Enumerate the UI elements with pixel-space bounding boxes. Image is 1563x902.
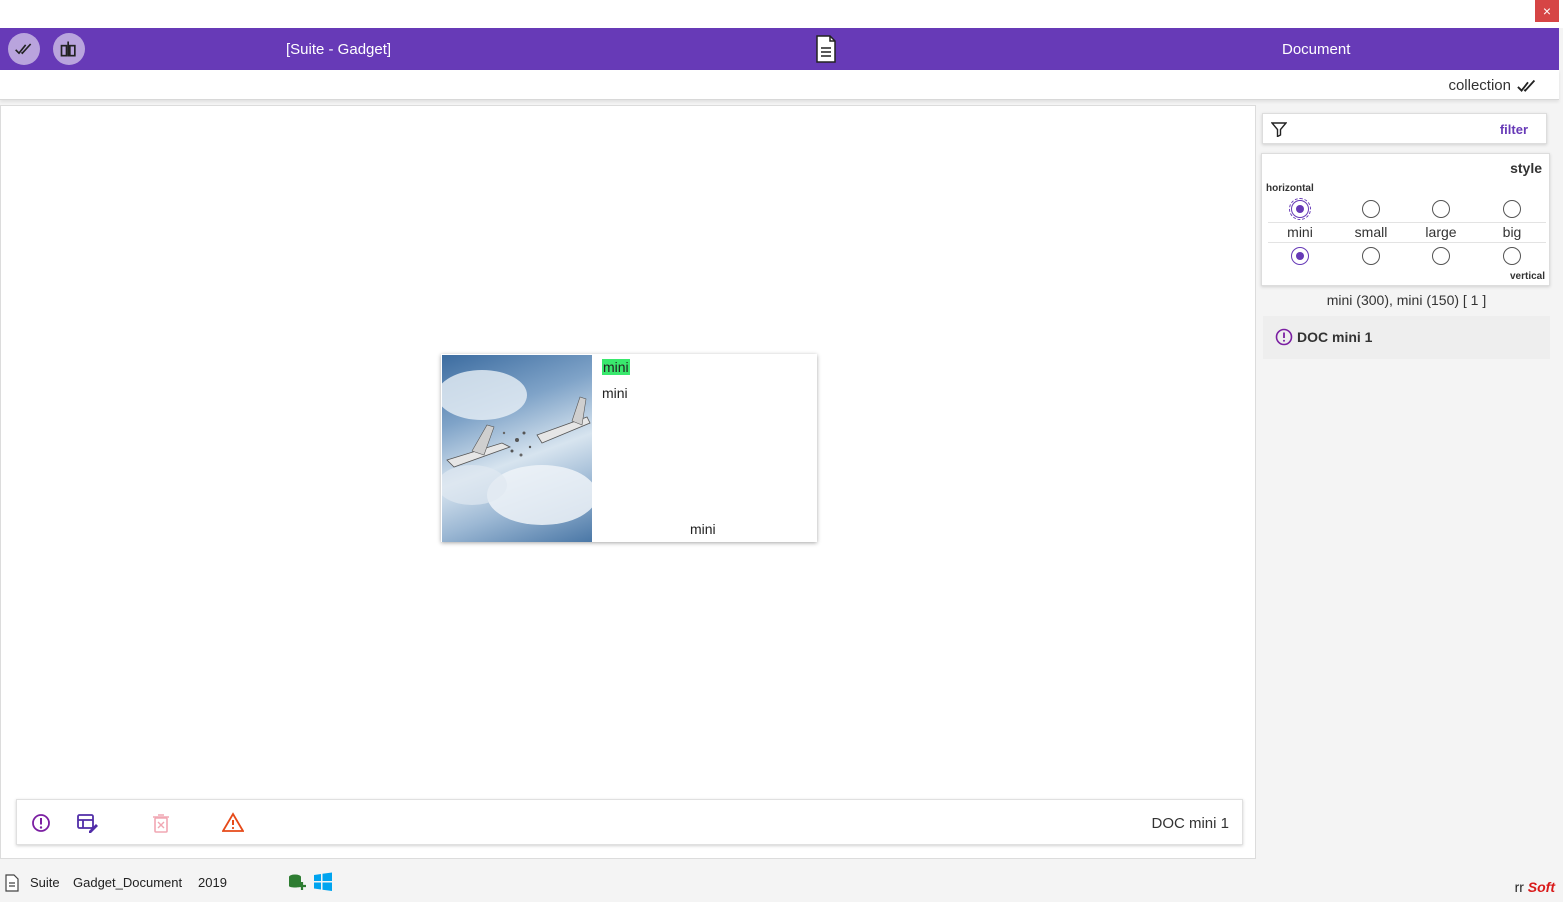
doc-list-item[interactable]: DOC mini 1 bbox=[1263, 316, 1550, 359]
divider bbox=[1268, 222, 1546, 223]
action-bar: DOC mini 1 bbox=[16, 799, 1243, 845]
collection-label: collection bbox=[1448, 77, 1511, 94]
vertical-radio-small[interactable] bbox=[1362, 247, 1380, 265]
compare-icon bbox=[60, 41, 76, 57]
doc-list-item-label: DOC mini 1 bbox=[1297, 329, 1373, 345]
filter-label: filter bbox=[1499, 122, 1528, 137]
warning-icon[interactable] bbox=[222, 812, 244, 834]
double-check-icon bbox=[15, 43, 32, 55]
card-image bbox=[442, 355, 592, 542]
windows-icon[interactable] bbox=[313, 872, 333, 892]
document-icon bbox=[5, 874, 19, 892]
style-panel: style horizontal mini small large big ve… bbox=[1261, 153, 1550, 286]
size-label-big: big bbox=[1502, 224, 1522, 240]
document-card[interactable]: mini mini mini bbox=[441, 354, 817, 542]
vertical-radio-big[interactable] bbox=[1503, 247, 1521, 265]
header-right-title: Document bbox=[1282, 41, 1351, 58]
size-label-large: large bbox=[1425, 224, 1457, 240]
title-strip: × bbox=[0, 0, 1563, 28]
delete-icon[interactable] bbox=[150, 812, 172, 834]
vertical-radio-large[interactable] bbox=[1432, 247, 1450, 265]
horizontal-radio-mini[interactable] bbox=[1289, 198, 1311, 220]
info-circle-icon bbox=[1275, 328, 1293, 346]
card-subtitle: mini bbox=[602, 385, 628, 401]
card-footer: mini bbox=[690, 521, 716, 537]
sub-header: collection bbox=[0, 70, 1559, 100]
card-tag: mini bbox=[602, 359, 630, 375]
filter-bar[interactable]: filter bbox=[1262, 113, 1547, 144]
main-panel: mini mini mini DOC mini 1 bbox=[0, 105, 1256, 859]
collection-toggle[interactable]: collection bbox=[1448, 77, 1539, 94]
brand-suffix: Soft bbox=[1527, 879, 1555, 895]
airplane-image bbox=[442, 370, 592, 525]
vertical-radio-mini[interactable] bbox=[1291, 247, 1309, 265]
filter-icon bbox=[1271, 122, 1287, 137]
document-icon[interactable] bbox=[815, 35, 837, 63]
brand-prefix: rr bbox=[1514, 879, 1524, 895]
horizontal-label: horizontal bbox=[1266, 183, 1314, 194]
status-year: 2019 bbox=[198, 875, 227, 890]
app-window: × [Suite - Gadget] Document collection m… bbox=[0, 0, 1563, 902]
status-suite: Suite bbox=[30, 875, 60, 890]
size-label-small: small bbox=[1354, 224, 1388, 240]
compare-button[interactable] bbox=[53, 33, 85, 65]
double-check-icon bbox=[1517, 79, 1536, 92]
size-label-mini: mini bbox=[1287, 224, 1313, 240]
action-bar-label: DOC mini 1 bbox=[1151, 815, 1229, 832]
brand-logo: rr Soft bbox=[1515, 879, 1555, 895]
header-title: [Suite - Gadget] bbox=[286, 41, 392, 58]
status-bar: Suite Gadget_Document 2019 rr Soft bbox=[0, 869, 1563, 902]
vertical-label: vertical bbox=[1509, 271, 1545, 282]
divider bbox=[1268, 242, 1546, 243]
horizontal-radio-big[interactable] bbox=[1503, 200, 1521, 218]
style-title: style bbox=[1510, 160, 1542, 176]
status-document: Gadget_Document bbox=[73, 875, 183, 890]
horizontal-radio-small[interactable] bbox=[1362, 200, 1380, 218]
double-check-button[interactable] bbox=[8, 33, 40, 65]
horizontal-radio-large[interactable] bbox=[1432, 200, 1450, 218]
selection-summary: mini (300), mini (150) [ 1 ] bbox=[1326, 292, 1487, 308]
close-button[interactable]: × bbox=[1535, 0, 1559, 22]
edit-table-icon[interactable] bbox=[76, 812, 98, 834]
app-header: [Suite - Gadget] Document bbox=[0, 28, 1559, 70]
info-circle-icon[interactable] bbox=[30, 812, 52, 834]
database-add-icon[interactable] bbox=[287, 873, 307, 891]
